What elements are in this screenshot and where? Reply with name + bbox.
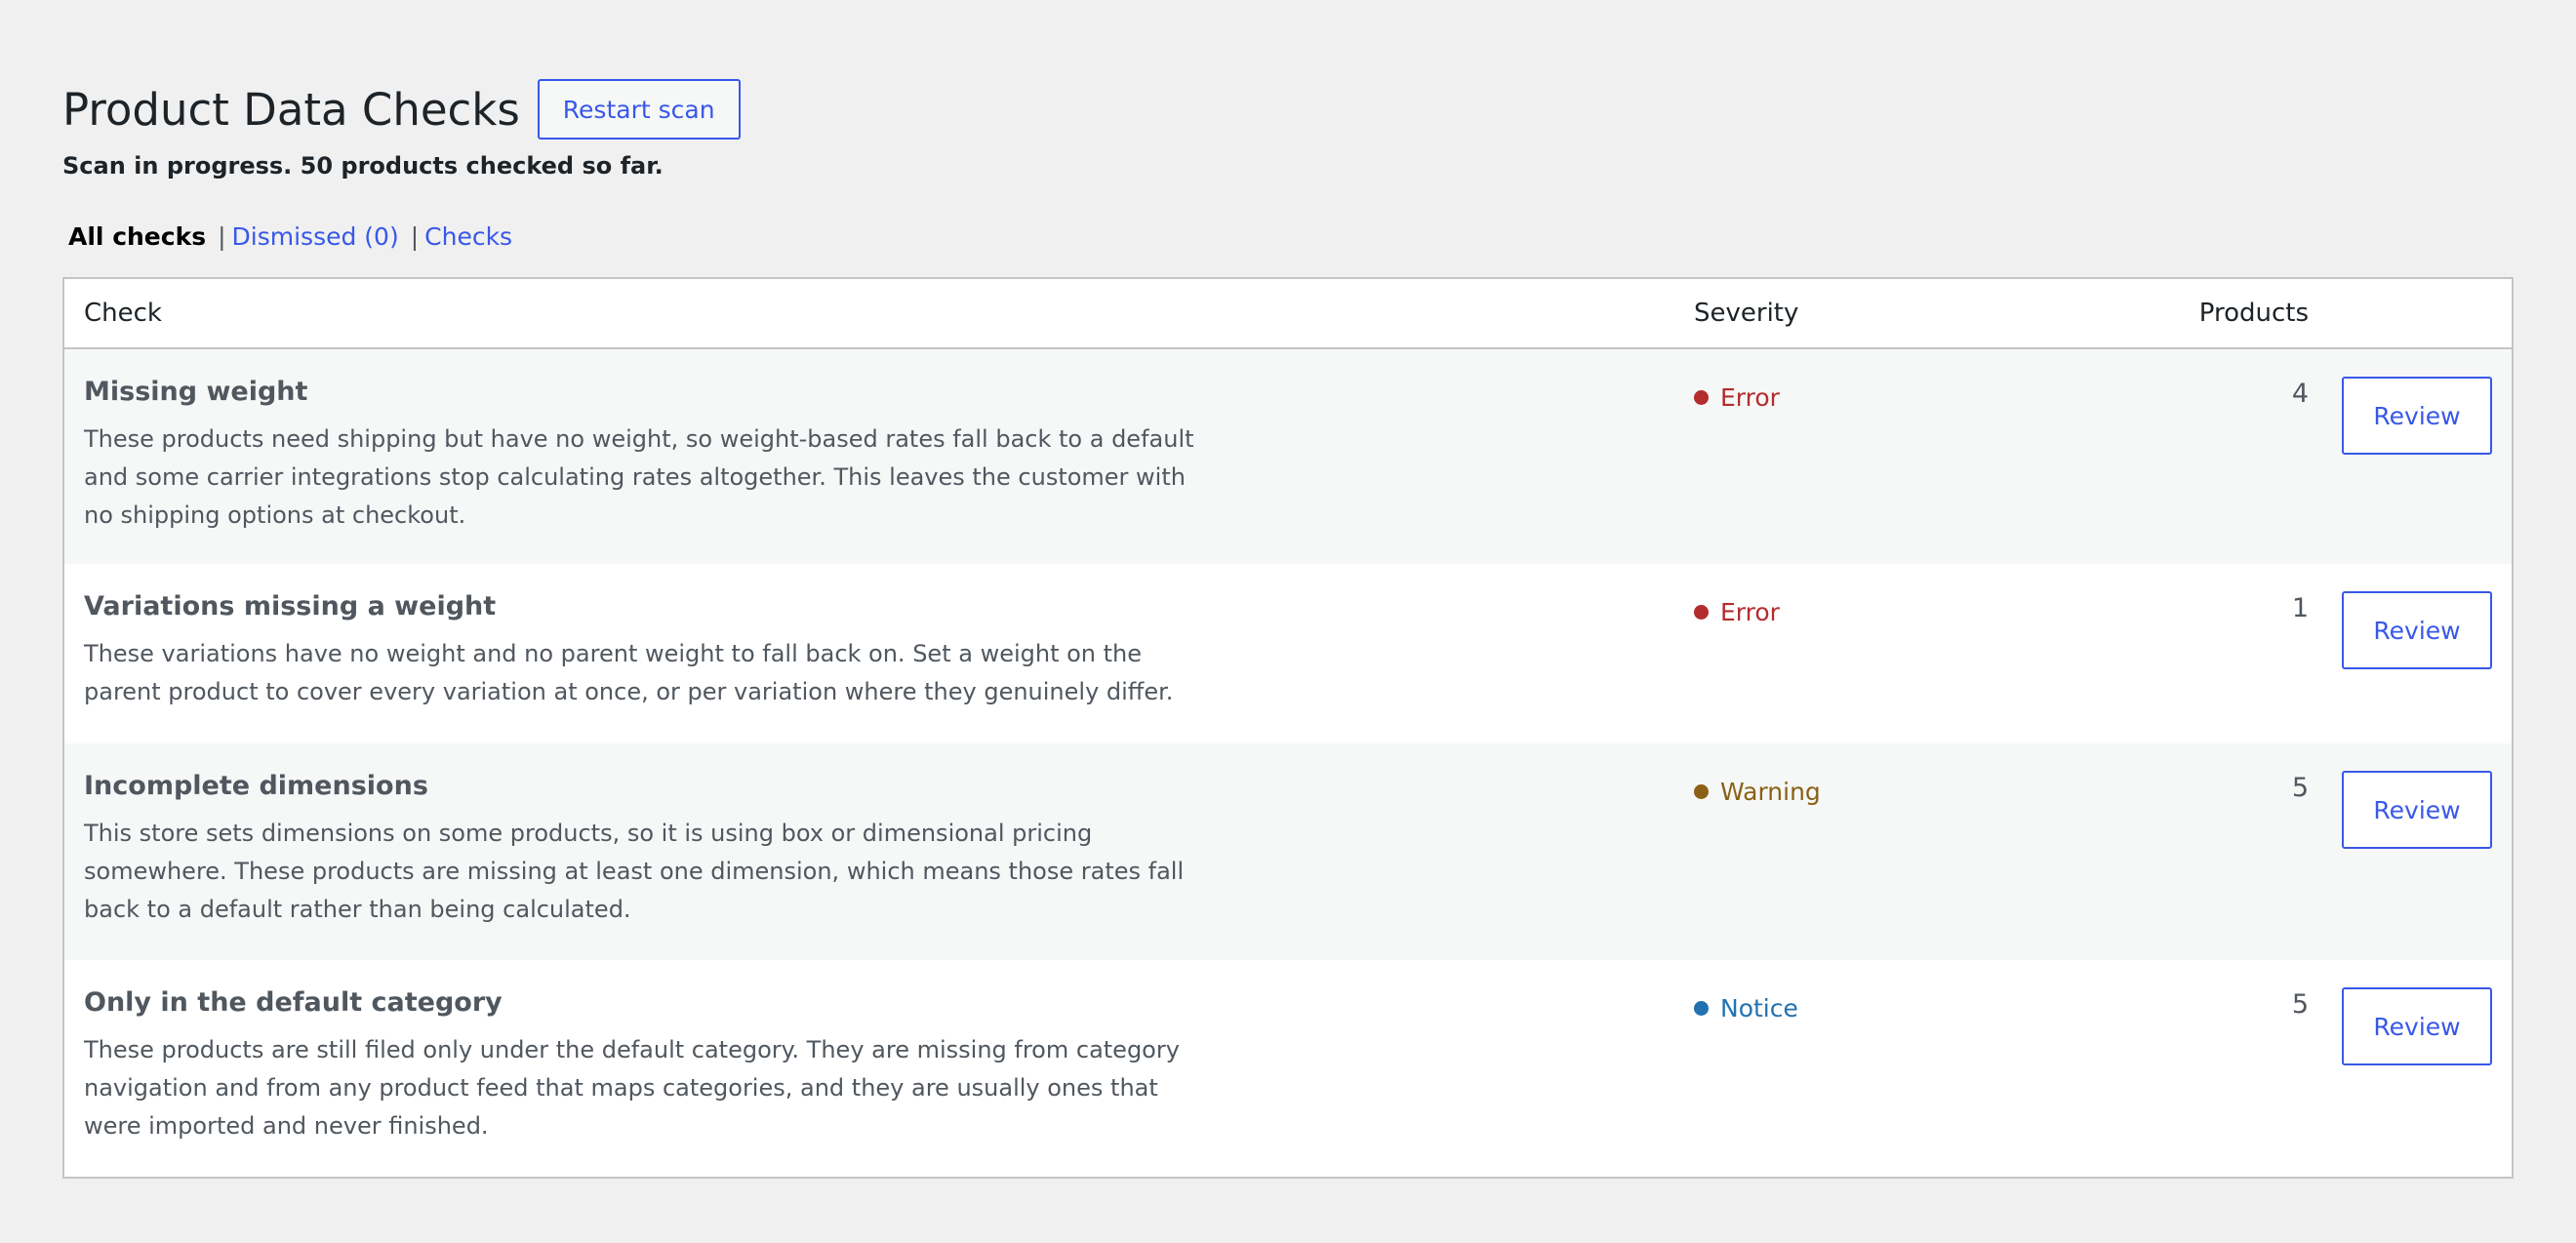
action-cell: Review <box>2309 960 2512 1065</box>
column-header-products: Products <box>2198 299 2309 328</box>
products-count: 4 <box>2291 379 2309 409</box>
restart-scan-button[interactable]: Restart scan <box>537 79 741 140</box>
title-row: Product Data Checks Restart scan <box>62 78 2514 140</box>
review-button[interactable]: Review <box>2342 771 2492 849</box>
action-cell: Review <box>2309 349 2512 455</box>
review-button[interactable]: Review <box>2342 987 2492 1065</box>
check-cell: Only in the default category These produ… <box>64 960 1674 1145</box>
table-row: Incomplete dimensions This store sets di… <box>64 743 2512 960</box>
filter-all-checks[interactable]: All checks <box>62 222 206 251</box>
severity-label: Error <box>1720 382 1780 412</box>
table-header: Check Severity Products <box>64 279 2512 349</box>
action-cell: Review <box>2309 564 2512 669</box>
check-description: These products are still filed only unde… <box>84 1036 1180 1140</box>
products-count: 5 <box>2291 989 2309 1020</box>
severity-label: Notice <box>1720 993 1798 1022</box>
check-description: This store sets dimensions on some produ… <box>84 820 1185 923</box>
check-cell: Missing weight These products need shipp… <box>64 349 1674 535</box>
severity-cell: Error <box>1674 349 2016 418</box>
filter-separator: | <box>410 221 420 251</box>
scan-status: Scan in progress. 50 products checked so… <box>62 152 664 180</box>
check-name: Only in the default category <box>84 987 503 1018</box>
check-cell: Incomplete dimensions This store sets di… <box>64 743 1674 929</box>
check-name: Variations missing a weight <box>84 591 497 622</box>
checks-table: Check Severity Products Missing weight T… <box>62 277 2514 1179</box>
review-button[interactable]: Review <box>2342 591 2492 669</box>
check-name: Missing weight <box>84 377 308 407</box>
severity-dot-icon <box>1694 604 1709 620</box>
table-row: Missing weight These products need shipp… <box>64 349 2512 564</box>
check-description: These variations have no weight and no p… <box>84 640 1174 705</box>
main-content: Product Data Checks Restart scan Scan in… <box>62 78 2514 1179</box>
review-button[interactable]: Review <box>2342 377 2492 455</box>
severity-cell: Notice <box>1674 960 2016 1028</box>
filter-dismissed[interactable]: Dismissed (0) <box>232 222 399 251</box>
column-header-check: Check <box>84 299 162 328</box>
check-name: Incomplete dimensions <box>84 771 428 801</box>
severity-dot-icon <box>1694 389 1709 405</box>
table-row: Variations missing a weight These variat… <box>64 564 2512 743</box>
severity-dot-icon <box>1694 783 1709 799</box>
severity-label: Error <box>1720 597 1780 626</box>
column-header-severity: Severity <box>1694 299 1799 328</box>
table-row: Only in the default category These produ… <box>64 960 2512 1177</box>
filter-checks[interactable]: Checks <box>424 222 512 251</box>
products-count: 5 <box>2291 773 2309 803</box>
check-description: These products need shipping but have no… <box>84 425 1194 529</box>
products-count: 1 <box>2291 593 2309 623</box>
action-cell: Review <box>2309 743 2512 849</box>
severity-label: Warning <box>1720 777 1821 806</box>
filter-separator: | <box>218 221 226 251</box>
severity-cell: Warning <box>1674 743 2016 812</box>
page-title: Product Data Checks <box>62 83 520 136</box>
filter-links: All checks | Dismissed (0) | Checks <box>62 219 2514 254</box>
check-cell: Variations missing a weight These variat… <box>64 564 1674 711</box>
severity-dot-icon <box>1694 1000 1709 1016</box>
severity-cell: Error <box>1674 564 2016 632</box>
